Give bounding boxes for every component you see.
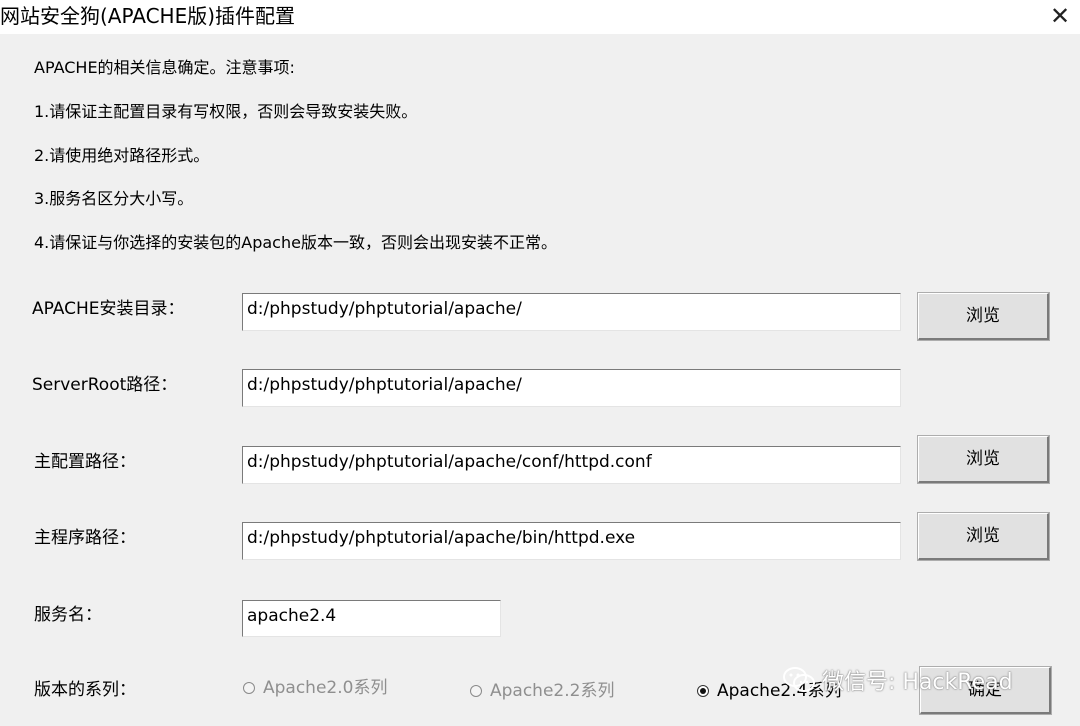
note-item-1: 1.请保证主配置目录有写权限，否则会导致安装失败。 bbox=[34, 102, 418, 121]
main-program-label: 主程序路径： bbox=[34, 528, 136, 548]
radio-button-icon bbox=[243, 682, 255, 694]
main-config-label: 主配置路径： bbox=[34, 452, 136, 472]
title-bar: 网站安全狗(APACHE版)插件配置 ✕ bbox=[0, 0, 1080, 34]
watermark: 微信号: HackRead bbox=[782, 664, 1013, 696]
main-program-input[interactable]: d:/phpstudy/phptutorial/apache/bin/httpd… bbox=[242, 522, 901, 560]
browse-main-program-button[interactable]: 浏览 bbox=[917, 512, 1050, 561]
service-name-label: 服务名： bbox=[34, 605, 102, 625]
close-icon[interactable]: ✕ bbox=[1046, 2, 1074, 30]
radio-apache-2-2[interactable]: Apache2.2系列 bbox=[470, 680, 614, 702]
main-config-input[interactable]: d:/phpstudy/phptutorial/apache/conf/http… bbox=[242, 446, 901, 484]
radio-button-icon bbox=[470, 685, 482, 697]
note-item-4: 4.请保证与你选择的安装包的Apache版本一致，否则会出现安装不正常。 bbox=[34, 233, 557, 252]
note-item-2: 2.请使用绝对路径形式。 bbox=[34, 146, 210, 165]
radio-apache-2-0-label: Apache2.0系列 bbox=[263, 678, 388, 698]
note-item-3: 3.服务名区分大小写。 bbox=[34, 189, 194, 208]
apache-dir-label: APACHE安装目录： bbox=[32, 299, 185, 319]
browse-apache-dir-button[interactable]: 浏览 bbox=[917, 292, 1050, 341]
radio-selected-icon bbox=[697, 685, 709, 697]
service-name-input[interactable]: apache2.4 bbox=[242, 600, 501, 637]
wechat-icon bbox=[783, 667, 815, 692]
apache-dir-input[interactable]: d:/phpstudy/phptutorial/apache/ bbox=[242, 293, 901, 331]
version-series-label: 版本的系列： bbox=[34, 680, 136, 700]
browse-main-config-button[interactable]: 浏览 bbox=[917, 435, 1050, 484]
server-root-input[interactable]: d:/phpstudy/phptutorial/apache/ bbox=[242, 369, 901, 407]
radio-apache-2-0[interactable]: Apache2.0系列 bbox=[243, 677, 387, 699]
watermark-text: 微信号: HackRead bbox=[822, 670, 1013, 695]
window-title: 网站安全狗(APACHE版)插件配置 bbox=[0, 4, 296, 28]
radio-apache-2-2-label: Apache2.2系列 bbox=[490, 681, 615, 701]
notes-heading: APACHE的相关信息确定。注意事项: bbox=[34, 58, 295, 77]
server-root-label: ServerRoot路径： bbox=[32, 375, 178, 395]
